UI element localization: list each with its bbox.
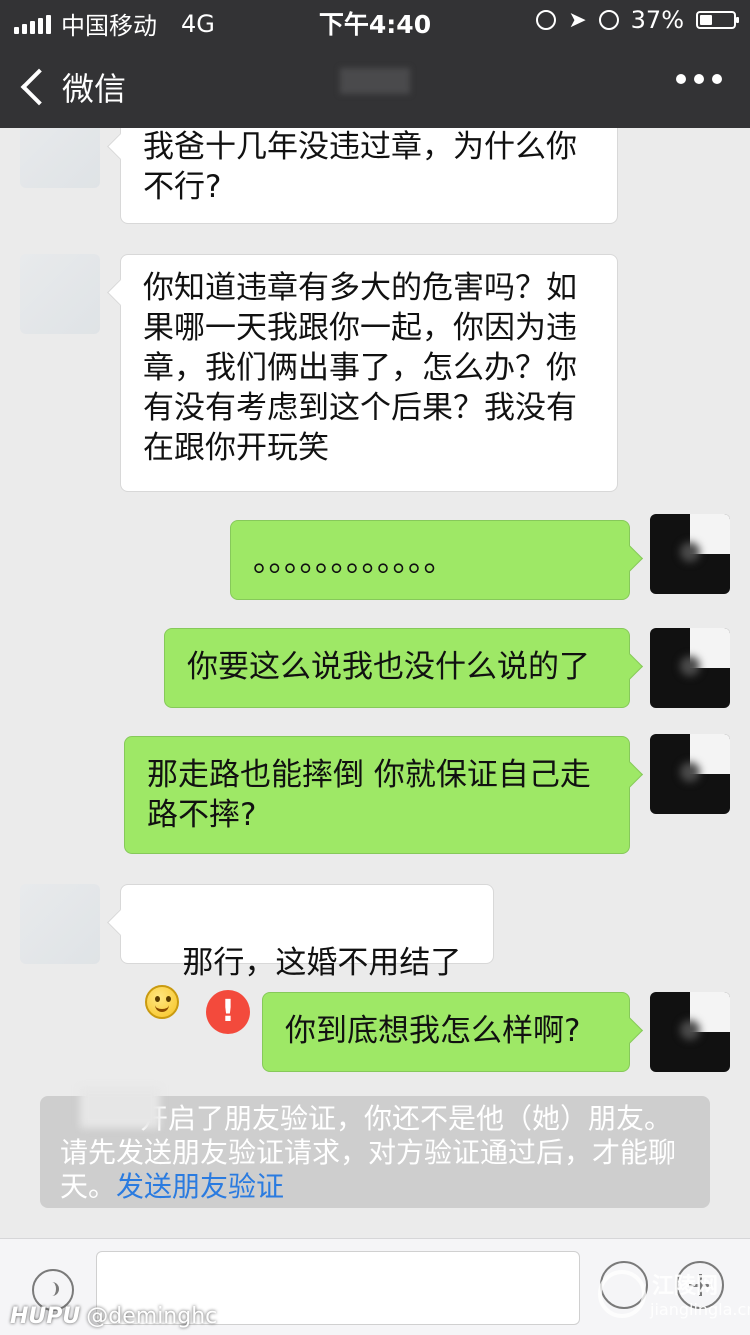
battery-percent: 37% [630, 6, 684, 34]
message-bubble-sent[interactable]: 你要这么说我也没什么说的了 [164, 628, 630, 708]
avatar-self[interactable] [650, 514, 730, 594]
message-bubble-sent[interactable]: 那走路也能摔倒 你就保证自己走路不摔? [124, 736, 630, 854]
contact-name-redacted [80, 1088, 160, 1128]
status-right: ➤ 37% [536, 6, 739, 34]
chat-area[interactable]: 我爸十几年没违过章，为什么你不行? 你知道违章有多大的危害吗？如果哪一天我跟你一… [0, 128, 750, 1238]
watermark-site: 江陵网 jianglingla.cn [598, 1266, 750, 1328]
avatar-contact[interactable] [20, 884, 100, 964]
avatar-contact[interactable] [20, 128, 100, 188]
watermark-site-url: jianglingla.cn [650, 1300, 750, 1319]
nav-bar: 微信 [0, 40, 750, 128]
avatar-self[interactable] [650, 628, 730, 708]
message-text: 那行，这婚不用结了 [182, 945, 462, 981]
message-bubble-received[interactable]: 你知道违章有多大的危害吗？如果哪一天我跟你一起，你因为违章，我们俩出事了，怎么办… [120, 254, 618, 492]
back-label: 微信 [62, 70, 127, 108]
avatar-self[interactable] [650, 734, 730, 814]
message-bubble-sent[interactable]: 。。。。。。。。。。。。 [230, 520, 630, 600]
back-button[interactable]: 微信 [20, 64, 126, 110]
watermark-site-name: 江陵网 [652, 1274, 719, 1299]
watermark-brand: HUPU [10, 1304, 81, 1329]
watermark-hupu: HUPU @deminghc [10, 1304, 217, 1329]
message-bubble-received[interactable]: 我爸十几年没违过章，为什么你不行? [120, 128, 618, 224]
friend-verification-notice: 开启了朋友验证，你还不是他（她）朋友。请先发送朋友验证请求，对方验证通过后，才能… [40, 1088, 710, 1208]
alarm-icon [598, 10, 619, 30]
status-bar: 中国移动 4G 下午4:40 ➤ 37% [0, 0, 750, 40]
more-dot-icon [676, 74, 686, 84]
more-dot-icon [694, 74, 704, 84]
avatar-contact[interactable] [20, 254, 100, 334]
watermark-handle: @deminghc [86, 1304, 218, 1329]
more-button[interactable] [676, 74, 722, 84]
smile-emoji-icon [145, 985, 179, 1019]
battery-icon [696, 11, 739, 29]
chat-title-redacted [340, 68, 410, 94]
send-failed-icon[interactable]: ! [206, 990, 250, 1034]
chevron-left-icon [20, 68, 58, 106]
message-bubble-received[interactable]: 那行，这婚不用结了 [120, 884, 494, 1019]
avatar-self[interactable] [650, 992, 730, 1072]
send-verification-link[interactable]: 发送朋友验证 [116, 1170, 284, 1203]
site-logo-icon [598, 1270, 646, 1318]
message-bubble-sent[interactable]: 你到底想我怎么样啊? [262, 992, 630, 1072]
more-dot-icon [712, 74, 722, 84]
location-icon: ➤ [568, 7, 587, 33]
orientation-lock-icon [536, 10, 557, 30]
